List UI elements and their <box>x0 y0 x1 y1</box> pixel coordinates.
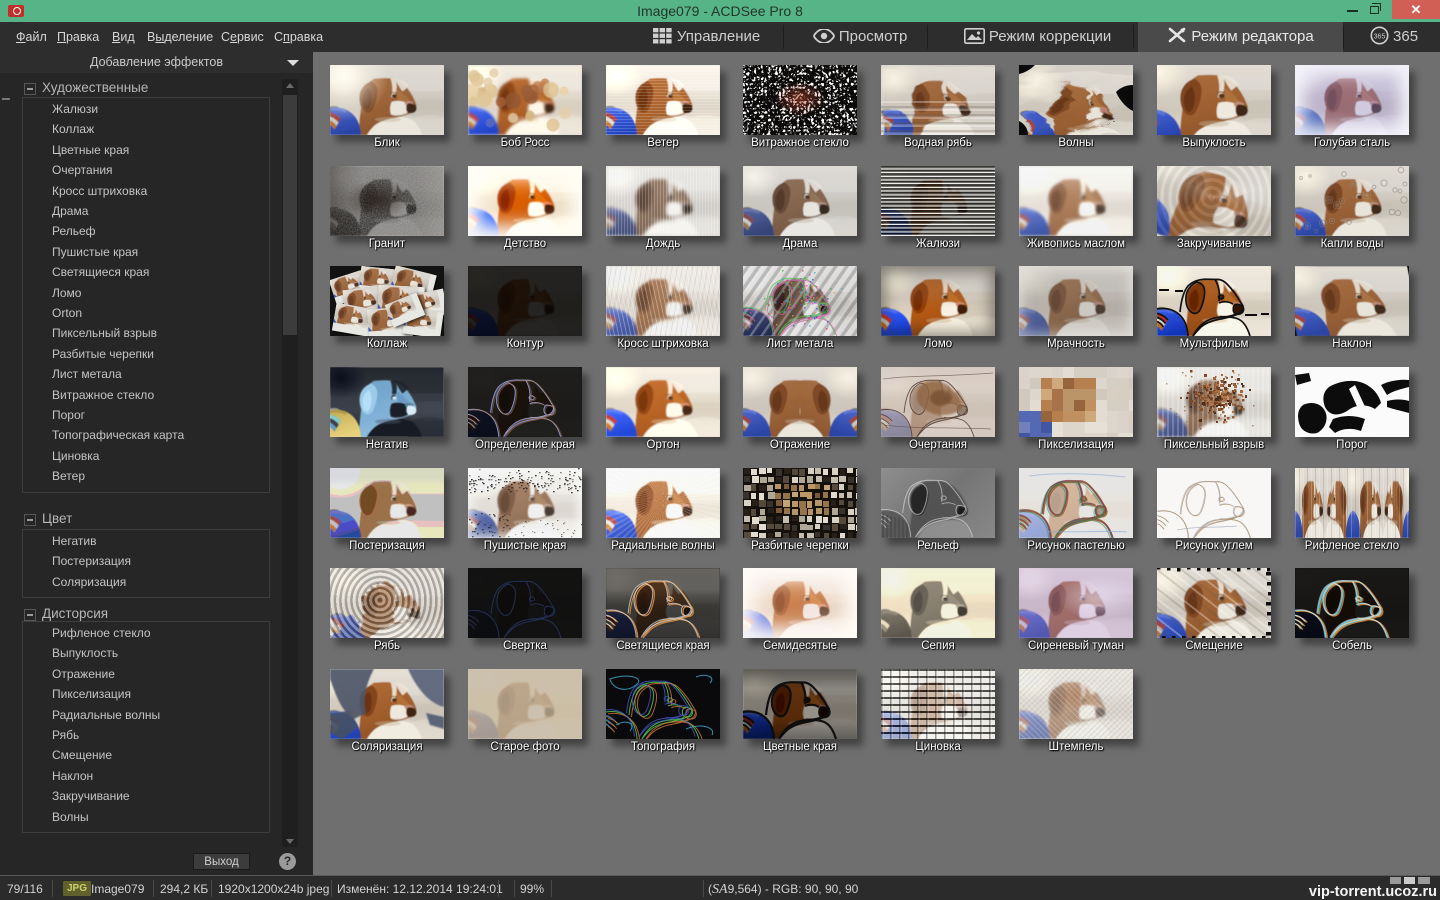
svg-text:365: 365 <box>1374 33 1386 40</box>
